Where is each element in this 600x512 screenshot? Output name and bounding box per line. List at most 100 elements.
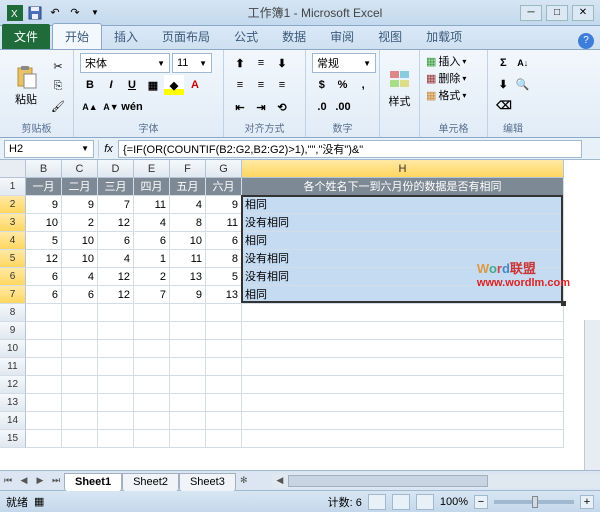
cell[interactable] <box>242 394 564 412</box>
increase-decimal-icon[interactable]: .0 <box>312 97 332 117</box>
view-normal-icon[interactable] <box>368 494 386 510</box>
sheet-nav-next-icon[interactable]: ▶ <box>32 472 48 490</box>
cell[interactable]: 12 <box>26 250 62 268</box>
tab-formulas[interactable]: 公式 <box>222 24 270 49</box>
cell[interactable]: 2 <box>62 214 98 232</box>
cell[interactable] <box>98 322 134 340</box>
align-left-icon[interactable]: ≡ <box>230 75 250 95</box>
zoom-out-button[interactable]: − <box>474 495 488 509</box>
cell[interactable] <box>242 340 564 358</box>
cell[interactable]: 二月 <box>62 178 98 196</box>
row-header[interactable]: 2 <box>0 196 26 214</box>
cell[interactable] <box>26 430 62 448</box>
cell[interactable]: 4 <box>134 214 170 232</box>
autosum-icon[interactable]: Σ <box>494 53 513 73</box>
delete-cells-button[interactable]: ▦删除▾ <box>426 70 481 86</box>
cell[interactable] <box>134 430 170 448</box>
cell[interactable] <box>242 322 564 340</box>
paste-button[interactable]: 粘贴 <box>6 53 46 119</box>
view-break-icon[interactable] <box>416 494 434 510</box>
row-header[interactable]: 12 <box>0 376 26 394</box>
cell[interactable]: 11 <box>206 214 242 232</box>
cell[interactable]: 9 <box>206 196 242 214</box>
phonetic-icon[interactable]: wén <box>122 97 142 117</box>
tab-file[interactable]: 文件 <box>2 24 50 49</box>
cell[interactable] <box>26 340 62 358</box>
help-icon[interactable]: ? <box>578 33 594 49</box>
cell[interactable] <box>134 322 170 340</box>
minimize-button[interactable]: ─ <box>520 5 542 21</box>
cell[interactable]: 没有相同 <box>242 214 564 232</box>
tab-data[interactable]: 数据 <box>270 24 318 49</box>
cell[interactable] <box>98 430 134 448</box>
excel-icon[interactable]: X <box>6 4 24 22</box>
close-button[interactable]: ✕ <box>572 5 594 21</box>
cell[interactable]: 相同 <box>242 286 564 304</box>
tab-review[interactable]: 审阅 <box>318 24 366 49</box>
cell[interactable] <box>98 394 134 412</box>
cell[interactable]: 4 <box>170 196 206 214</box>
cell[interactable] <box>62 358 98 376</box>
percent-icon[interactable]: % <box>333 75 353 95</box>
cell[interactable] <box>242 430 564 448</box>
cell[interactable] <box>62 412 98 430</box>
cell[interactable] <box>26 412 62 430</box>
qat-dropdown-icon[interactable]: ▼ <box>86 4 104 22</box>
undo-icon[interactable]: ↶ <box>46 4 64 22</box>
cell[interactable]: 6 <box>134 232 170 250</box>
cell[interactable] <box>98 304 134 322</box>
cell[interactable] <box>62 340 98 358</box>
decrease-decimal-icon[interactable]: .00 <box>333 97 353 117</box>
tab-view[interactable]: 视图 <box>366 24 414 49</box>
column-header[interactable]: E <box>134 160 170 178</box>
cell[interactable] <box>26 358 62 376</box>
cell[interactable]: 相同 <box>242 232 564 250</box>
cell[interactable] <box>62 430 98 448</box>
cell[interactable] <box>170 394 206 412</box>
currency-icon[interactable]: $ <box>312 75 332 95</box>
cell[interactable] <box>170 304 206 322</box>
find-icon[interactable]: 🔍 <box>514 74 533 94</box>
align-center-icon[interactable]: ≡ <box>251 75 271 95</box>
row-header[interactable]: 1 <box>0 178 26 196</box>
clear-icon[interactable]: ⌫ <box>494 95 514 115</box>
horizontal-scrollbar[interactable]: ◀ <box>272 474 600 488</box>
format-cells-button[interactable]: ▦格式▾ <box>426 87 481 103</box>
fill-color-icon[interactable]: ◆ <box>164 75 184 95</box>
row-header[interactable]: 5 <box>0 250 26 268</box>
row-header[interactable]: 3 <box>0 214 26 232</box>
font-name-combo[interactable]: 宋体▼ <box>80 53 170 73</box>
cell[interactable] <box>242 358 564 376</box>
cell[interactable] <box>134 340 170 358</box>
row-header[interactable]: 13 <box>0 394 26 412</box>
cut-icon[interactable]: ✂ <box>49 57 67 75</box>
format-painter-icon[interactable]: 🖌 <box>49 97 67 115</box>
cell[interactable]: 相同 <box>242 196 564 214</box>
select-all-button[interactable] <box>0 160 26 178</box>
row-header[interactable]: 8 <box>0 304 26 322</box>
sheet-nav-first-icon[interactable]: ⏮ <box>0 472 16 490</box>
cell[interactable]: 7 <box>134 286 170 304</box>
italic-icon[interactable]: I <box>101 75 121 95</box>
redo-icon[interactable]: ↷ <box>66 4 84 22</box>
cell[interactable]: 5 <box>206 268 242 286</box>
cell[interactable]: 13 <box>170 268 206 286</box>
underline-icon[interactable]: U <box>122 75 142 95</box>
cell[interactable]: 8 <box>206 250 242 268</box>
cell[interactable] <box>242 412 564 430</box>
cell[interactable]: 12 <box>98 268 134 286</box>
cell[interactable] <box>170 376 206 394</box>
row-header[interactable]: 4 <box>0 232 26 250</box>
cell[interactable] <box>98 412 134 430</box>
cell[interactable]: 7 <box>98 196 134 214</box>
cell[interactable]: 12 <box>98 214 134 232</box>
cell[interactable] <box>170 340 206 358</box>
column-header[interactable]: H <box>242 160 564 178</box>
cell[interactable] <box>98 376 134 394</box>
zoom-in-button[interactable]: + <box>580 495 594 509</box>
cell[interactable] <box>134 304 170 322</box>
cell[interactable]: 5 <box>26 232 62 250</box>
cell[interactable] <box>206 394 242 412</box>
indent-dec-icon[interactable]: ⇤ <box>230 97 250 117</box>
fill-icon[interactable]: ⬇ <box>494 74 513 94</box>
